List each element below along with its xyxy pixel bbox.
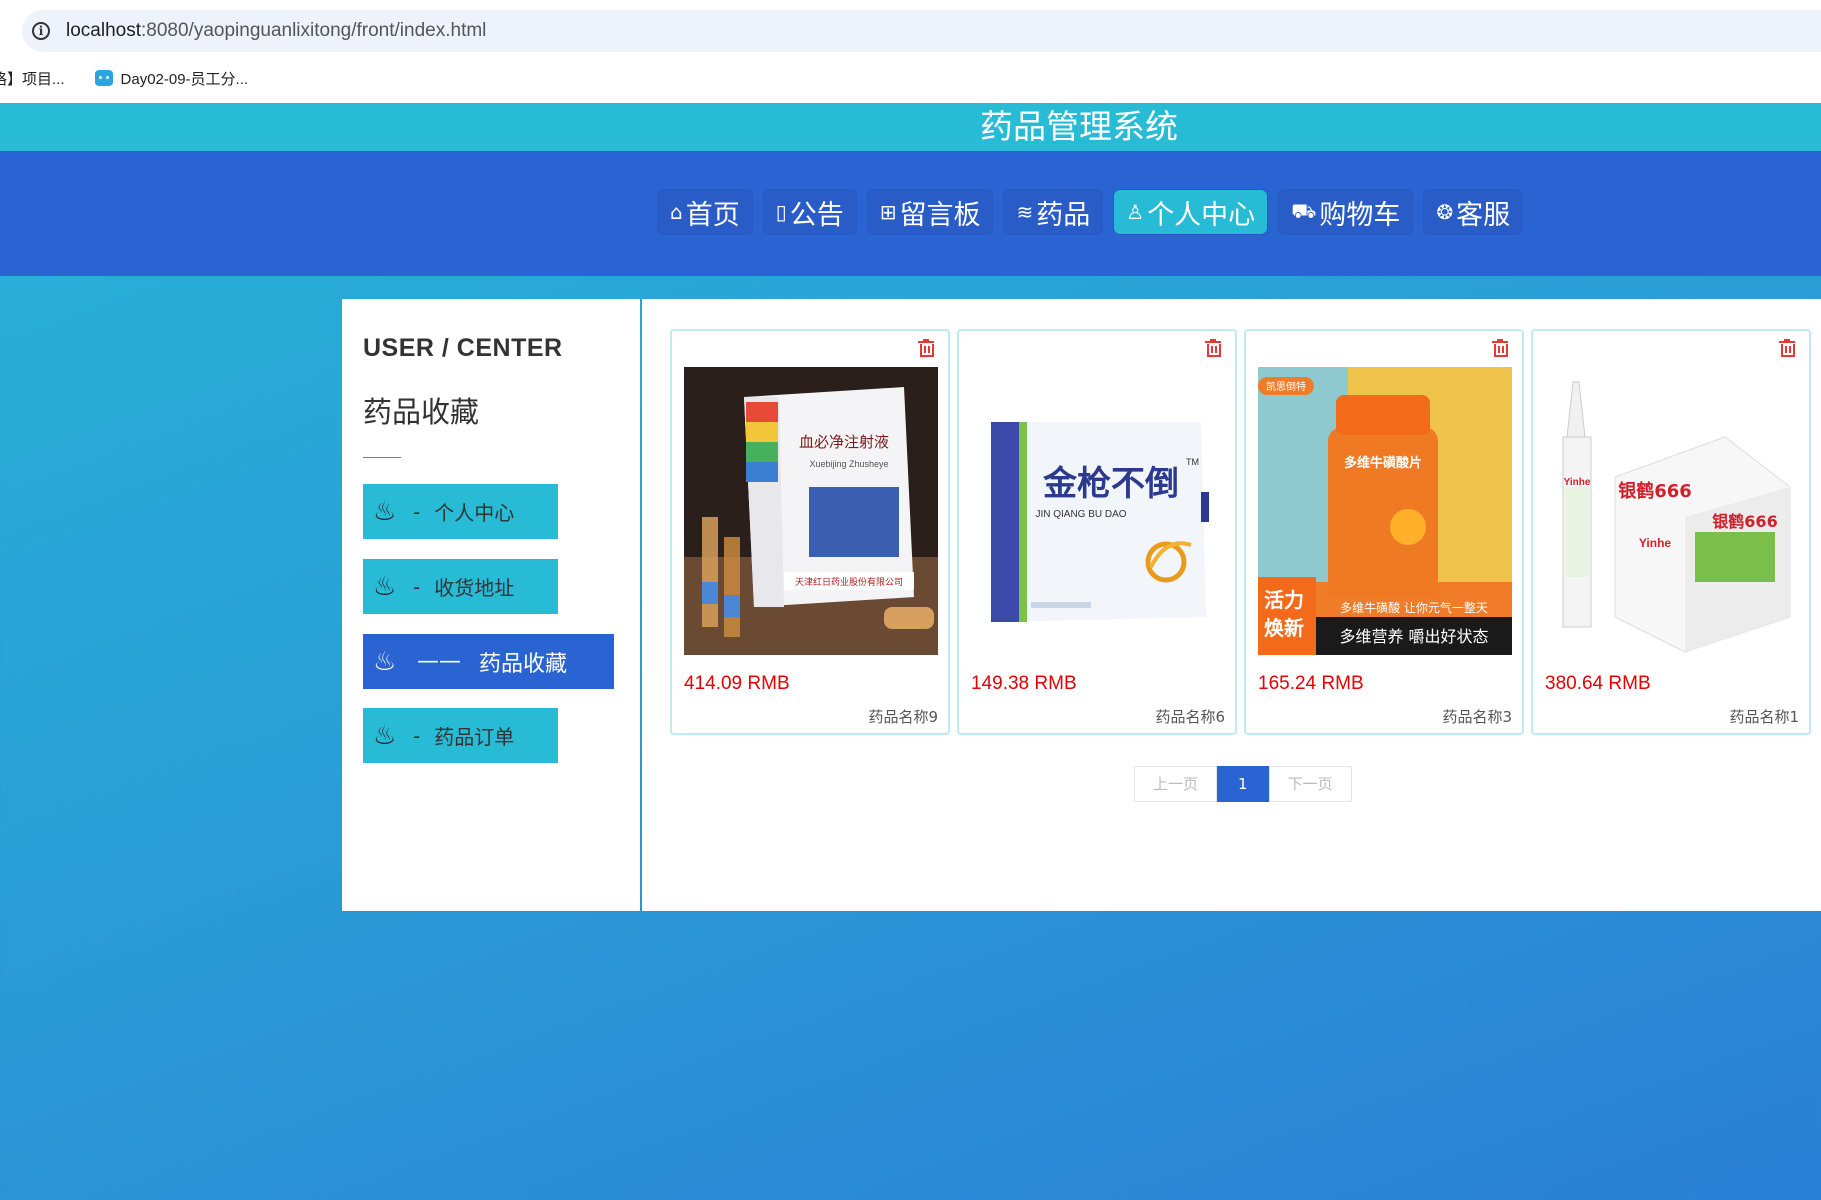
flame-icon: ♨ [373, 571, 397, 602]
favorites-panel: 血必净注射液 Xuebijing Zhusheye 天津红日药业股份有限公司 4… [642, 299, 1821, 911]
nav-item-notice[interactable]: ▯ 公告 [763, 190, 856, 234]
product-name[interactable]: 药品名称6 [1155, 706, 1225, 727]
url-text[interactable]: localhost:8080/yaopinguanlixitong/front/… [66, 20, 486, 42]
image-text: 多维牛磺酸 让你元气一整天 [1340, 600, 1488, 615]
image-text: 银鹤666 [1712, 512, 1777, 531]
sidebar-title: USER / CENTER [363, 334, 563, 362]
flame-icon: ♨ [373, 646, 397, 677]
image-text: 天津红日药业股份有限公司 [795, 576, 903, 588]
product-image[interactable]: 金枪不倒 TM JIN QIANG BU DAO [971, 367, 1225, 655]
product-image[interactable]: 多维牛磺酸片 凯思倒特 活力 焕新 多维牛磺酸 让你元气一整天 多维营养 嚼出好… [1258, 367, 1512, 655]
wechat-icon: ❂ [1436, 200, 1454, 224]
product-price: 149.38 RMB [971, 673, 1077, 694]
bookmark-item[interactable]: 咯】项目... [0, 68, 65, 89]
nav-item-message-board[interactable]: ⊞ 留言板 [867, 190, 993, 234]
delete-icon[interactable] [1492, 339, 1508, 357]
bookmarks-bar: 咯】项目... Day02-09-员工分... [0, 64, 278, 92]
delete-icon[interactable] [1205, 339, 1221, 357]
image-text: 血必净注射液 [799, 433, 889, 451]
image-text: 多维营养 嚼出好状态 [1339, 627, 1488, 646]
product-name[interactable]: 药品名称1 [1729, 706, 1799, 727]
product-price: 165.24 RMB [1258, 673, 1364, 694]
bookmark-item[interactable]: Day02-09-员工分... [94, 68, 248, 89]
site-info-icon[interactable]: i [32, 22, 50, 40]
product-card[interactable]: 血必净注射液 Xuebijing Zhusheye 天津红日药业股份有限公司 4… [670, 329, 950, 735]
product-price: 414.09 RMB [684, 673, 790, 694]
product-card[interactable]: 多维牛磺酸片 凯思倒特 活力 焕新 多维牛磺酸 让你元气一整天 多维营养 嚼出好… [1244, 329, 1524, 735]
pagination: 上一页 1 下一页 [1134, 766, 1352, 802]
sidebar-item-orders[interactable]: ♨ - 药品订单 [363, 708, 558, 763]
nav-item-medicine[interactable]: ≋ 药品 [1004, 190, 1103, 234]
product-name[interactable]: 药品名称3 [1442, 706, 1512, 727]
user-icon: ♙ [1126, 200, 1145, 224]
cart-icon: ⛟ [1291, 198, 1317, 223]
nav-menu: ⌂ 首页 ▯ 公告 ⊞ 留言板 ≋ 药品 ♙ 个人中心 ⛟ 购物车 ❂ 客服 [658, 190, 1534, 234]
image-text: 多维牛磺酸片 [1344, 455, 1422, 471]
image-text: Yinhe [1639, 536, 1672, 550]
address-bar[interactable]: i localhost:8080/yaopinguanlixitong/fron… [22, 10, 1821, 52]
nav-item-user-center[interactable]: ♙ 个人中心 [1114, 190, 1268, 234]
nav-item-service[interactable]: ❂ 客服 [1424, 190, 1523, 234]
image-text: 银鹤666 [1618, 480, 1692, 502]
image-text: 焕新 [1264, 616, 1304, 640]
image-text: 活力 [1264, 588, 1304, 612]
prev-page-button[interactable]: 上一页 [1134, 766, 1218, 802]
nav-item-cart[interactable]: ⛟ 购物车 [1279, 190, 1413, 234]
product-card[interactable]: Yinhe 银鹤666 银鹤666 Yinhe 380.64 RMB 药品名称1 [1531, 329, 1811, 735]
sidebar-item-favorites[interactable]: ♨ —— 药品收藏 [363, 634, 614, 689]
image-text: TM [1186, 457, 1199, 467]
note-icon: ▯ [775, 200, 787, 224]
divider [363, 457, 401, 458]
gift-icon: ⊞ [879, 200, 897, 224]
product-price: 380.64 RMB [1545, 673, 1651, 694]
site-title: 药品管理系统 [980, 107, 1178, 146]
sidebar-item-user-center[interactable]: ♨ - 个人中心 [363, 484, 558, 539]
flame-icon: ♨ [373, 496, 397, 527]
page-number-button[interactable]: 1 [1217, 766, 1269, 802]
product-name[interactable]: 药品名称9 [868, 706, 938, 727]
product-card[interactable]: 金枪不倒 TM JIN QIANG BU DAO 149.38 RMB 药品名称… [957, 329, 1237, 735]
bilibili-icon [94, 70, 113, 86]
delete-icon[interactable] [918, 339, 934, 357]
nav-bar: ⌂ 首页 ▯ 公告 ⊞ 留言板 ≋ 药品 ♙ 个人中心 ⛟ 购物车 ❂ 客服 [0, 151, 1821, 276]
image-text: 凯思倒特 [1266, 380, 1306, 393]
sidebar-subtitle: 药品收藏 [363, 395, 480, 429]
next-page-button[interactable]: 下一页 [1268, 766, 1352, 802]
image-text: JIN QIANG BU DAO [1035, 509, 1126, 520]
flame-icon: ♨ [373, 720, 397, 751]
user-center-sidebar: USER / CENTER 药品收藏 ♨ - 个人中心 ♨ - 收货地址 ♨ —… [342, 299, 640, 911]
home-icon: ⌂ [670, 200, 683, 224]
image-text: 金枪不倒 [1042, 464, 1179, 504]
nav-item-home[interactable]: ⌂ 首页 [658, 190, 752, 234]
product-image[interactable]: 血必净注射液 Xuebijing Zhusheye 天津红日药业股份有限公司 [684, 367, 938, 655]
image-text: Yinhe [1564, 477, 1591, 488]
image-text: Xuebijing Zhusheye [809, 459, 888, 469]
sidebar-item-address[interactable]: ♨ - 收货地址 [363, 559, 558, 614]
layers-icon: ≋ [1016, 200, 1034, 224]
delete-icon[interactable] [1779, 339, 1795, 357]
browser-toolbar: i localhost:8080/yaopinguanlixitong/fron… [0, 0, 1821, 103]
product-image[interactable]: Yinhe 银鹤666 银鹤666 Yinhe [1545, 367, 1799, 655]
site-header: 药品管理系统 [0, 103, 1821, 151]
